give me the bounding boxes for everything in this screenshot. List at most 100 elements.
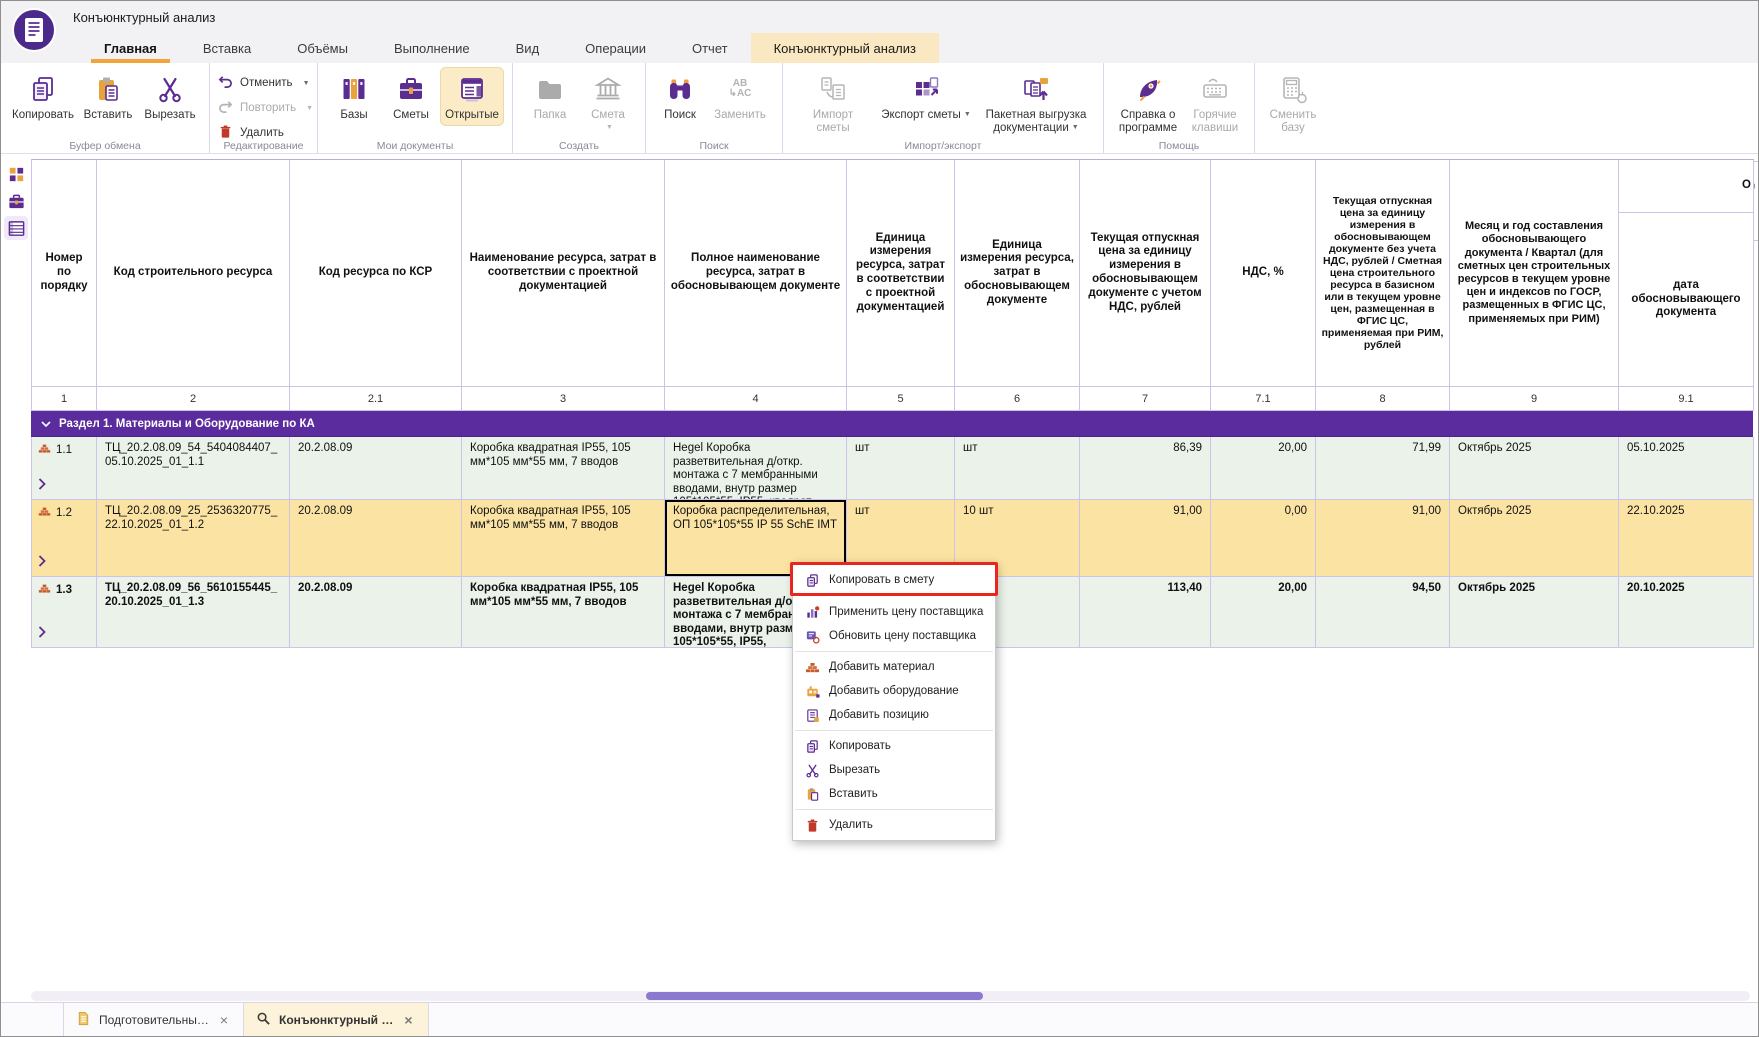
dropdown-caret-icon[interactable]: ▼ (964, 111, 971, 118)
paste-icon (93, 71, 123, 107)
ribbon-group-import-export: Импорт сметы Экспорт сметы▼ Пакетная выг… (783, 63, 1104, 153)
undo-button[interactable]: Отменить ▼ (218, 74, 313, 92)
context-menu-item-add-material[interactable]: Добавить материал (793, 655, 995, 679)
doc-date-cell[interactable]: 22.10.2025 (1619, 500, 1754, 577)
price-with-vat-cell[interactable]: 86,39 (1080, 437, 1211, 500)
month-year-cell[interactable]: Октябрь 2025 (1450, 437, 1619, 500)
document-tab-market-analysis[interactable]: Конъюнктурный … × (244, 1003, 429, 1036)
ribbon: Копировать Вставить Вырезать Буфер обмен… (1, 63, 1758, 154)
paste-button[interactable]: Вставить (77, 67, 139, 126)
vat-percent-cell[interactable]: 20,00 (1211, 437, 1316, 500)
context-menu-item-copy-to-estimate[interactable]: Копировать в смету (793, 565, 995, 595)
cut-button[interactable]: Вырезать (139, 67, 201, 126)
vat-percent-cell[interactable]: 0,00 (1211, 500, 1316, 577)
expand-row-icon[interactable] (38, 555, 46, 572)
bases-button[interactable]: Базы (326, 67, 382, 126)
price-without-vat-cell[interactable]: 91,00 (1316, 500, 1450, 577)
full-name-cell[interactable]: Hegel Коробка разветвительная д/откр. мо… (665, 437, 847, 500)
list-panel-icon[interactable] (4, 216, 28, 240)
column-number: 7 (1080, 387, 1211, 411)
context-menu-separator (795, 730, 993, 731)
expand-row-icon[interactable] (38, 626, 46, 643)
menu-tab-vstavka[interactable]: Вставка (180, 33, 274, 63)
table-row[interactable]: 1.1 ТЦ_20.2.08.09_54_5404084407_05.10.20… (31, 437, 1754, 500)
batch-upload-button[interactable]: Пакетная выгрузка документации▼ (977, 67, 1095, 139)
section-header-row[interactable]: Раздел 1. Материалы и Оборудование по КА (31, 411, 1753, 437)
context-menu-item-add-position[interactable]: Добавить позицию (793, 703, 995, 727)
month-year-cell[interactable]: Октябрь 2025 (1450, 500, 1619, 577)
app-logo-icon[interactable] (12, 8, 56, 52)
column-number: 9 (1450, 387, 1619, 411)
menu-tab-otchet[interactable]: Отчет (669, 33, 751, 63)
doc-date-cell[interactable]: 20.10.2025 (1619, 577, 1754, 648)
unit-project-cell[interactable]: шт (847, 437, 955, 500)
row-number-cell[interactable]: 1.3 (32, 577, 97, 648)
price-with-vat-cell[interactable]: 91,00 (1080, 500, 1211, 577)
context-menu-item-update-supplier-price[interactable]: Обновить цену поставщика (793, 624, 995, 648)
code-cell[interactable]: ТЦ_20.2.08.09_25_2536320775_22.10.2025_0… (97, 500, 290, 577)
unit-document-cell[interactable]: шт (955, 437, 1080, 500)
close-icon[interactable]: × (217, 1012, 231, 1028)
close-icon[interactable]: × (401, 1012, 415, 1028)
name-cell[interactable]: Коробка квадратная IP55, 105 мм*105 мм*5… (462, 437, 665, 500)
code-cell[interactable]: ТЦ_20.2.08.09_56_5610155445_20.10.2025_0… (97, 577, 290, 648)
menu-tab-vid[interactable]: Вид (493, 33, 563, 63)
horizontal-scrollbar-thumb[interactable] (646, 992, 983, 1000)
menu-tab-glavnaya[interactable]: Главная (81, 33, 180, 63)
horizontal-scrollbar-track[interactable] (31, 991, 1750, 1001)
collapse-section-icon[interactable] (41, 418, 51, 430)
delete-icon (804, 817, 820, 833)
estimate-create-button: Смета ▼ (579, 67, 637, 136)
open-documents-button[interactable]: Открытые (440, 67, 504, 126)
menu-tab-label: Отчет (692, 41, 728, 56)
menu-tab-obyomy[interactable]: Объёмы (274, 33, 371, 63)
ksr-code-cell[interactable]: 20.2.08.09 (290, 500, 462, 577)
expand-row-icon[interactable] (38, 478, 46, 495)
about-button[interactable]: Справка о программе (1112, 67, 1184, 139)
document-tab-preparatory[interactable]: Подготовительны… × (63, 1003, 244, 1036)
name-cell[interactable]: Коробка квадратная IP55, 105 мм*105 мм*5… (462, 577, 665, 648)
briefcase-icon (396, 71, 426, 107)
ksr-code-cell[interactable]: 20.2.08.09 (290, 437, 462, 500)
menu-tab-operacii[interactable]: Операции (562, 33, 669, 63)
context-menu-separator (795, 809, 993, 810)
change-database-button-label: Сменить базу (1268, 109, 1318, 135)
price-without-vat-cell[interactable]: 94,50 (1316, 577, 1450, 648)
code-cell[interactable]: ТЦ_20.2.08.09_54_5404084407_05.10.2025_0… (97, 437, 290, 500)
estimates-button[interactable]: Сметы (382, 67, 440, 126)
export-estimate-button-label: Экспорт сметы (881, 109, 961, 121)
bases-panel-icon[interactable] (4, 162, 28, 186)
column-numbers-row: 1 2 2.1 3 4 5 6 7 7.1 8 9 9.1 (31, 387, 1754, 411)
copy-button[interactable]: Копировать (9, 67, 77, 126)
search-button[interactable]: Поиск (654, 67, 706, 126)
menu-tab-vypolnenie[interactable]: Выполнение (371, 33, 493, 63)
copy-icon (804, 738, 820, 754)
dropdown-caret-icon[interactable]: ▼ (1072, 124, 1079, 131)
context-menu-item-apply-supplier-price[interactable]: Применить цену поставщика (793, 600, 995, 624)
month-year-cell[interactable]: Октябрь 2025 (1450, 577, 1619, 648)
context-menu-item-add-equipment[interactable]: Добавить оборудование (793, 679, 995, 703)
menu-tab-konyunkturny-analiz[interactable]: Конъюнктурный анализ (751, 33, 939, 63)
export-estimate-button[interactable]: Экспорт сметы▼ (875, 67, 977, 126)
price-with-vat-cell[interactable]: 113,40 (1080, 577, 1211, 648)
ribbon-group-clipboard: Копировать Вставить Вырезать Буфер обмен… (1, 63, 210, 153)
doc-date-cell[interactable]: 05.10.2025 (1619, 437, 1754, 500)
context-menu-item-paste[interactable]: Вставить (793, 782, 995, 806)
delete-button-label: Удалить (240, 127, 284, 139)
ribbon-group-create: Папка Смета ▼ Создать (513, 63, 646, 153)
paste-icon (804, 786, 820, 802)
context-menu-item-cut[interactable]: Вырезать (793, 758, 995, 782)
dropdown-caret-icon[interactable]: ▼ (303, 80, 310, 87)
vat-percent-cell[interactable]: 20,00 (1211, 577, 1316, 648)
row-number-cell[interactable]: 1.2 (32, 500, 97, 577)
import-estimate-button: Импорт сметы (791, 67, 875, 139)
folder-icon (535, 71, 565, 107)
price-without-vat-cell[interactable]: 71,99 (1316, 437, 1450, 500)
ksr-code-cell[interactable]: 20.2.08.09 (290, 577, 462, 648)
row-number-cell[interactable]: 1.1 (32, 437, 97, 500)
context-menu-item-label: Вырезать (829, 764, 880, 776)
name-cell[interactable]: Коробка квадратная IP55, 105 мм*105 мм*5… (462, 500, 665, 577)
context-menu-item-delete[interactable]: Удалить (793, 813, 995, 837)
context-menu-item-copy[interactable]: Копировать (793, 734, 995, 758)
estimates-panel-icon[interactable] (4, 189, 28, 213)
